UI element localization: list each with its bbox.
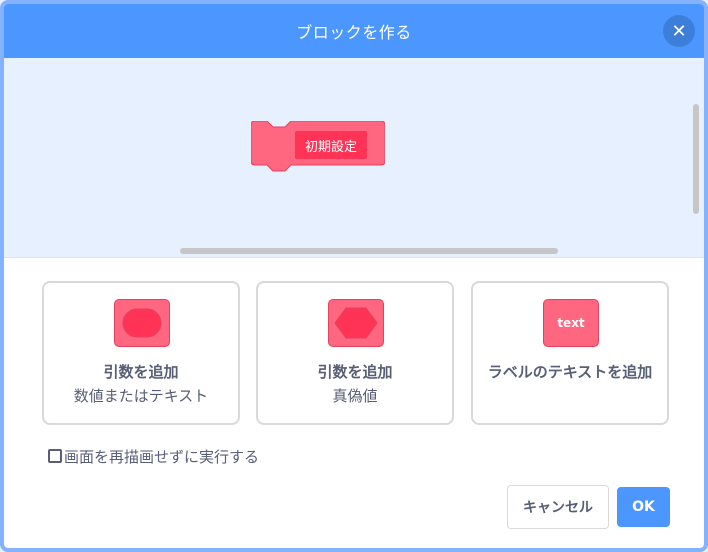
text-label-icon-text: text [557, 316, 585, 330]
dialog-header: ブロックを作る ✕ [4, 4, 704, 58]
option-subtitle: 真偽値 [332, 387, 378, 405]
add-label-text-button[interactable]: text ラベルのテキストを追加 [471, 281, 669, 425]
vertical-scrollbar[interactable] [693, 104, 699, 214]
add-input-boolean-button[interactable]: 引数を追加 真偽値 [256, 281, 454, 425]
text-label-icon: text [543, 299, 599, 347]
checkbox-label: 画面を再描画せずに実行する [64, 447, 260, 466]
close-icon: ✕ [671, 20, 687, 42]
block-name-field[interactable]: 初期設定 [295, 131, 368, 159]
add-input-number-text-button[interactable]: 引数を追加 数値またはテキスト [42, 281, 240, 425]
checkbox-box[interactable] [48, 449, 62, 463]
ok-button[interactable]: OK [617, 487, 670, 527]
option-title: 引数を追加 [103, 363, 179, 381]
option-title: ラベルのテキストを追加 [487, 363, 653, 381]
boolean-input-icon [328, 299, 384, 347]
option-subtitle: 数値またはテキスト [73, 387, 209, 405]
horizontal-scrollbar[interactable] [180, 248, 558, 254]
option-title: 引数を追加 [317, 363, 393, 381]
dialog-title: ブロックを作る [296, 23, 412, 42]
custom-block-preview: 初期設定 [251, 121, 385, 173]
cancel-button[interactable]: キャンセル [507, 485, 609, 529]
rounded-input-icon [114, 299, 170, 347]
make-block-dialog: ブロックを作る ✕ 初期設定 引数を追加 数値またはテキスト 引数を追加 真偽値… [0, 0, 708, 552]
run-without-refresh-checkbox[interactable]: 画面を再描画せずに実行する [48, 446, 259, 466]
block-preview-workspace: 初期設定 [4, 58, 704, 258]
close-button[interactable]: ✕ [663, 15, 695, 47]
